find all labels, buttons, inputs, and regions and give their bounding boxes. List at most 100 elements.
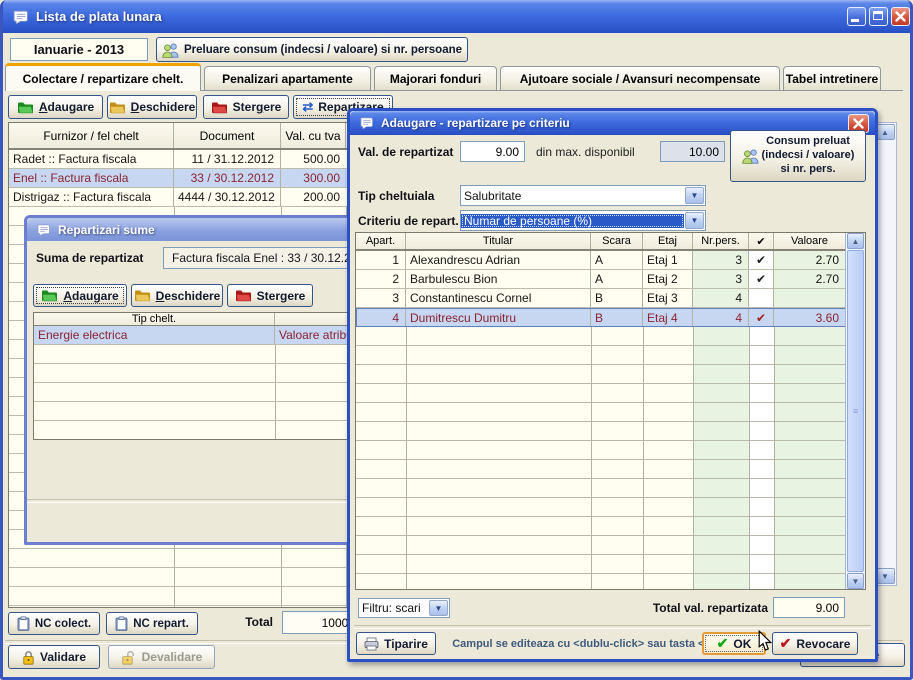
month-value: Ianuarie - 2013 bbox=[34, 42, 124, 57]
scroll-down-button[interactable]: ▼ bbox=[875, 568, 895, 584]
cell-titular: Barbulescu Bion bbox=[406, 270, 591, 288]
repartizari-window-title: Repartizari sume bbox=[58, 223, 155, 237]
scrollbar-thumb[interactable]: ≡ bbox=[847, 250, 864, 572]
clipboard-icon bbox=[115, 616, 128, 631]
header-tip-chelt[interactable]: Tip chelt. bbox=[34, 313, 275, 325]
repartizari-deschidere-button[interactable]: Deschidere bbox=[131, 284, 223, 307]
tip-cheltuiala-value: Salubritate bbox=[461, 189, 684, 203]
cell-nr-pers: 4 bbox=[693, 309, 749, 326]
lock-open-icon bbox=[121, 650, 137, 665]
total-val-repartizata-label: Total val. repartizata bbox=[590, 601, 768, 615]
devalidare-button[interactable]: Devalidare bbox=[108, 645, 215, 669]
dialog-title: Adaugare - repartizare pe criteriu bbox=[381, 116, 570, 130]
repartizari-adaugare-button[interactable]: Adaugare bbox=[33, 284, 127, 307]
preluare-consum-label: Preluare consum (indecsi / valoare) si n… bbox=[184, 44, 462, 56]
stergere-button[interactable]: Stergere bbox=[203, 95, 289, 119]
scroll-down-button[interactable]: ▼ bbox=[847, 573, 864, 589]
tip-cheltuiala-label: Tip cheltuiala bbox=[358, 189, 434, 203]
tab-colectare-repartizare[interactable]: Colectare / repartizare chelt. bbox=[5, 63, 201, 91]
chevron-down-icon[interactable]: ▼ bbox=[429, 600, 448, 616]
cell-check[interactable] bbox=[749, 289, 774, 307]
tiparire-button[interactable]: Tiparire bbox=[356, 632, 436, 655]
cell-check[interactable]: ✔ bbox=[749, 251, 774, 269]
tip-cheltuiala-combo[interactable]: Salubritate ▼ bbox=[460, 185, 706, 206]
tab-tabel-intretinere[interactable]: Tabel intretinere bbox=[783, 66, 881, 90]
val-de-repartizat-value: 9.00 bbox=[496, 145, 519, 159]
consum-preluat-button[interactable]: Consum preluat (indecsi / valoare) si nr… bbox=[730, 130, 866, 182]
table-row-selected[interactable]: Enel :: Factura fiscala 33 / 30.12.2012 … bbox=[9, 169, 347, 188]
tab-penalizari[interactable]: Penalizari apartamente bbox=[204, 66, 371, 90]
cell-titular: Dumitrescu Dumitru bbox=[406, 309, 591, 326]
table-row[interactable]: Radet :: Factura fiscala 11 / 31.12.2012… bbox=[9, 150, 347, 169]
cell-furnizor: Distrigaz :: Factura fiscala bbox=[9, 188, 174, 206]
cell-check[interactable]: ✔ bbox=[749, 309, 774, 326]
cell-check[interactable]: ✔ bbox=[749, 270, 774, 288]
scroll-up-button[interactable]: ▲ bbox=[847, 233, 864, 249]
cell-document: 33 / 30.12.2012 bbox=[174, 169, 281, 187]
note-icon bbox=[12, 10, 29, 24]
val-de-repartizat-input[interactable]: 9.00 bbox=[460, 141, 525, 162]
table-row[interactable]: Distrigaz :: Factura fiscala 4444 / 30.1… bbox=[9, 188, 347, 207]
tab-ajutoare[interactable]: Ajutoare sociale / Avansuri necompensate bbox=[500, 66, 780, 90]
main-titlebar[interactable]: Lista de plata lunara bbox=[3, 0, 910, 33]
scroll-up-button[interactable]: ▲ bbox=[875, 124, 895, 140]
preluare-consum-button[interactable]: Preluare consum (indecsi / valoare) si n… bbox=[156, 37, 468, 62]
tab-label: Penalizari apartamente bbox=[222, 72, 353, 86]
cell-etaj: Etaj 4 bbox=[643, 309, 693, 326]
close-icon bbox=[892, 8, 909, 25]
apartamente-scrollbar[interactable]: ▲ ≡ ▼ bbox=[845, 233, 865, 589]
mouse-cursor bbox=[757, 630, 773, 657]
suma-de-repartizat-label: Suma de repartizat bbox=[36, 251, 143, 265]
month-field[interactable]: Ianuarie - 2013 bbox=[10, 38, 148, 61]
header-document[interactable]: Document bbox=[174, 123, 281, 148]
deschidere-button[interactable]: Deschidere bbox=[107, 95, 197, 119]
header-nr-pers[interactable]: Nr.pers. bbox=[693, 233, 749, 249]
revocare-button[interactable]: ✔ Revocare bbox=[772, 632, 858, 655]
header-scara[interactable]: Scara bbox=[591, 233, 643, 249]
suma-value: Factura fiscala Enel : 33 / 30.12.2012 bbox=[172, 251, 371, 265]
criteriu-de-repart-combo[interactable]: Numar de persoane (%) ▼ bbox=[460, 210, 706, 231]
cell-apart: 1 bbox=[356, 251, 406, 269]
folder-open-icon bbox=[109, 101, 126, 114]
header-check[interactable]: ✔ bbox=[749, 233, 774, 249]
apartament-row[interactable]: 1 Alexandrescu Adrian A Etaj 1 3 ✔ 2.70 bbox=[356, 251, 846, 270]
header-val-cu-tva[interactable]: Val. cu tva bbox=[281, 123, 346, 148]
filtru-value: Filtru: scari bbox=[359, 601, 428, 615]
cell-apart: 2 bbox=[356, 270, 406, 288]
folder-delete-icon bbox=[235, 289, 252, 302]
adaugare-button[interactable]: Adaugare bbox=[8, 95, 103, 119]
close-button[interactable] bbox=[891, 7, 910, 26]
header-furnizor[interactable]: Furnizor / fel chelt bbox=[9, 123, 174, 148]
header-apart[interactable]: Apart. bbox=[356, 233, 406, 249]
apartament-row[interactable]: 2 Barbulescu Bion A Etaj 2 3 ✔ 2.70 bbox=[356, 270, 846, 289]
cell-valoare: 200.00 bbox=[281, 188, 346, 206]
maximize-button[interactable] bbox=[869, 7, 888, 26]
repartizari-stergere-button[interactable]: Stergere bbox=[227, 284, 313, 307]
folder-delete-icon bbox=[211, 101, 228, 114]
chevron-down-icon[interactable]: ▼ bbox=[685, 212, 704, 229]
nc-repart-label: NC repart. bbox=[133, 618, 189, 630]
nc-colect-button[interactable]: NC colect. bbox=[8, 612, 100, 635]
people-icon bbox=[162, 42, 179, 58]
header-titular[interactable]: Titular bbox=[406, 233, 591, 249]
chevron-down-icon[interactable]: ▼ bbox=[685, 187, 704, 204]
folder-plus-icon bbox=[17, 101, 34, 114]
tab-majorari[interactable]: Majorari fonduri bbox=[374, 66, 497, 90]
red-check-icon: ✔ bbox=[780, 635, 792, 652]
cell-apart: 3 bbox=[356, 289, 406, 307]
max-disponibil-field: 10.00 bbox=[660, 141, 725, 162]
header-valoare[interactable]: Valoare bbox=[774, 233, 845, 249]
note-icon bbox=[359, 117, 374, 129]
header-etaj[interactable]: Etaj bbox=[643, 233, 693, 249]
total-val-repartizata-field: 9.00 bbox=[773, 597, 845, 618]
apartament-row-selected[interactable]: 4 Dumitrescu Dumitru B Etaj 4 4 ✔ 3.60 bbox=[356, 308, 846, 327]
nc-repart-button[interactable]: NC repart. bbox=[106, 612, 198, 635]
cell-etaj: Etaj 1 bbox=[643, 251, 693, 269]
minimize-button[interactable] bbox=[847, 7, 866, 26]
cell-valoare: 3.60 bbox=[774, 309, 845, 326]
validare-button[interactable]: Validare bbox=[8, 645, 100, 669]
stergere-label: Stergere bbox=[257, 289, 306, 303]
filtru-scari-combo[interactable]: Filtru: scari ▼ bbox=[358, 598, 450, 618]
clipboard-icon bbox=[17, 616, 30, 631]
apartament-row[interactable]: 3 Constantinescu Cornel B Etaj 3 4 bbox=[356, 289, 846, 308]
